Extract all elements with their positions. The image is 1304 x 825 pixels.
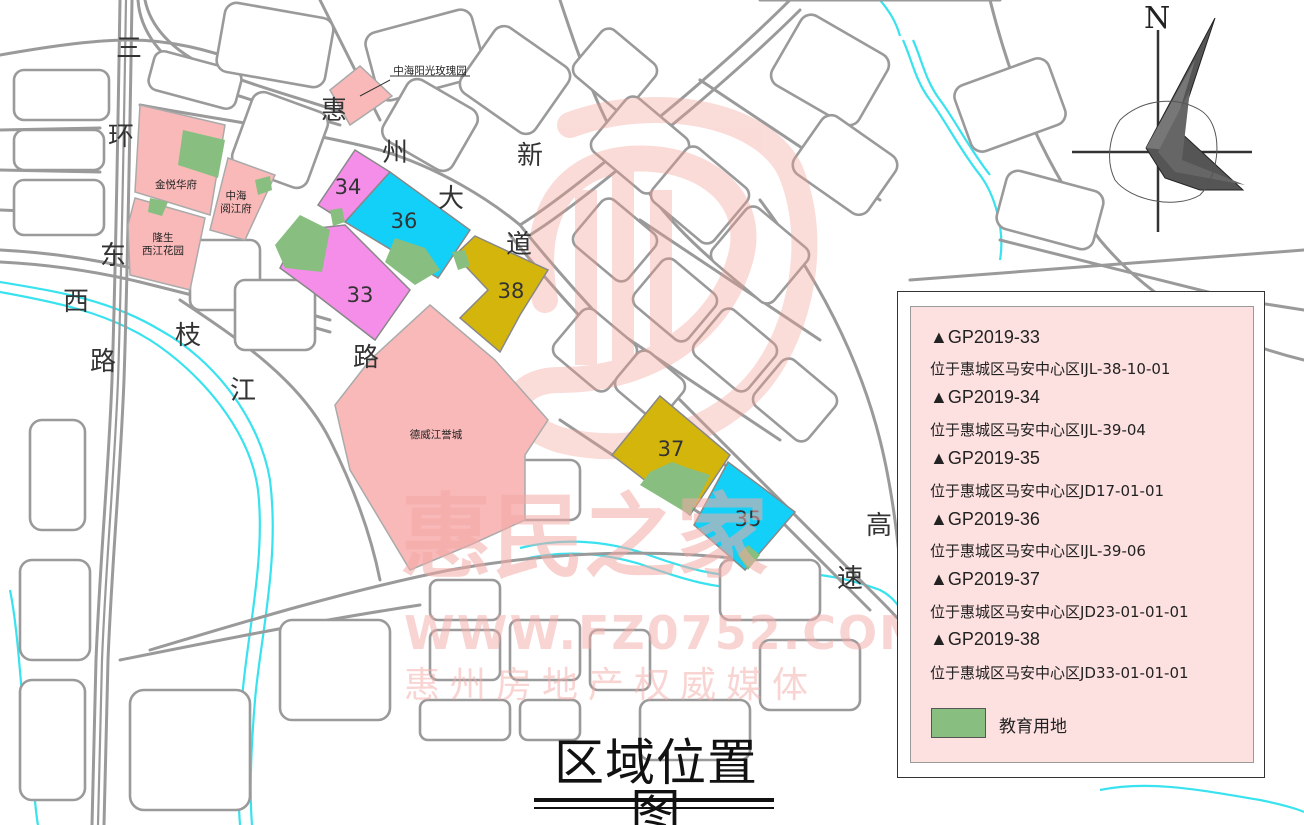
label-zhonghai-yuejiang-1: 中海 [226, 189, 247, 202]
legend: ▲GP2019-33 位于惠城区马安中心区IJL-38-10-01 ▲GP201… [897, 291, 1265, 778]
parcel-number-37: 37 [658, 437, 685, 461]
label-zhonghai-yangguang: 中海阳光玫瑰园 [393, 64, 467, 77]
road-char: 道 [506, 230, 533, 260]
legend-location: 位于惠城区马安中心区JD23-01-01-01 [930, 603, 1189, 621]
legend-code: ▲GP2019-37 [930, 569, 1040, 589]
road-char: 速 [837, 564, 864, 594]
road-char: 惠 [321, 96, 348, 126]
title-underline [534, 807, 774, 809]
label-zhonghai-yuejiang-2: 阅江府 [220, 202, 252, 215]
road-char: 州 [382, 138, 409, 168]
road-char: 环 [108, 122, 135, 152]
legend-code: ▲GP2019-33 [930, 327, 1040, 347]
road-char: 西 [63, 287, 90, 317]
label-jinyue-huafu: 金悦华府 [155, 178, 197, 191]
legend-panel: ▲GP2019-33 位于惠城区马安中心区IJL-38-10-01 ▲GP201… [910, 306, 1254, 763]
road-char: 江 [230, 376, 257, 406]
north-label: N [1144, 1, 1171, 36]
road-char: 路 [353, 343, 380, 373]
parcel-number-34: 34 [335, 175, 362, 199]
longsheng-parcel [127, 197, 206, 291]
legend-code: ▲GP2019-36 [930, 509, 1040, 529]
legend-location: 位于惠城区马安中心区IJL-39-04 [930, 421, 1146, 439]
road-char: 路 [90, 347, 117, 377]
label-longsheng-2: 西江花园 [142, 244, 184, 257]
map-canvas: 33 34 35 36 37 38 中海阳光玫瑰园 金悦华府 中海 阅江府 隆生… [0, 0, 1304, 825]
label-dewei: 德威江誉城 [410, 428, 463, 441]
legend-location: 位于惠城区马安中心区JD17-01-01 [930, 482, 1165, 500]
legend-code: ▲GP2019-34 [930, 387, 1040, 407]
label-longsheng-1: 隆生 [153, 231, 174, 244]
road-char: 大 [438, 184, 465, 214]
watermark-url: WWW.FZ0752.COM [404, 606, 927, 660]
legend-location: 位于惠城区马安中心区JD33-01-01-01 [930, 664, 1189, 682]
education-land-label: 教育用地 [999, 717, 1067, 737]
parcel-number-38: 38 [498, 279, 525, 303]
road-char: 高 [866, 511, 893, 541]
legend-location: 位于惠城区马安中心区IJL-38-10-01 [930, 360, 1171, 378]
legend-code: ▲GP2019-38 [930, 629, 1040, 649]
road-char: 东 [100, 241, 127, 271]
map-title: 区域位置图 [554, 734, 758, 825]
watermark-slogan: 惠州房地产权威媒体 [404, 665, 819, 706]
title-underline [534, 798, 774, 802]
education-land-swatch [931, 708, 986, 738]
road-char: 枝 [175, 321, 202, 351]
legend-location: 位于惠城区马安中心区IJL-39-06 [930, 542, 1146, 560]
education-patch [275, 215, 330, 272]
road-char: 新 [517, 141, 544, 171]
parcel-number-33: 33 [347, 283, 374, 307]
legend-code: ▲GP2019-35 [930, 448, 1040, 468]
watermark-name: 惠民之家 [400, 484, 769, 591]
parcel-number-36: 36 [391, 209, 418, 233]
road-char: 三 [116, 34, 143, 64]
